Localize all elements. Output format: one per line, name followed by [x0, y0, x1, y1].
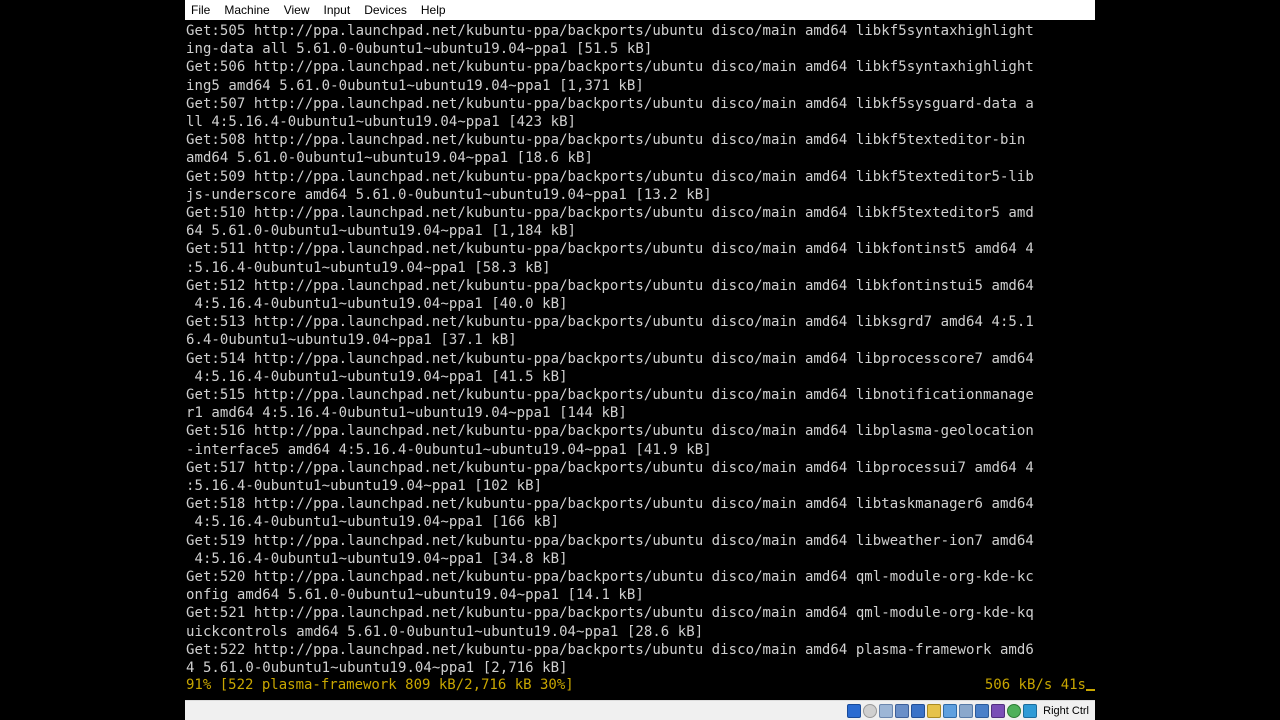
terminal-line: 4 5.61.0-0ubuntu1~ubuntu19.04~ppa1 [2,71…	[186, 660, 568, 676]
network-icon[interactable]	[895, 704, 910, 718]
terminal-line: Get:516 http://ppa.launchpad.net/kubuntu…	[186, 423, 1034, 440]
terminal-line: -interface5 amd64 4:5.16.4-0ubuntu1~ubun…	[186, 441, 712, 458]
virtualization-icon[interactable]	[991, 704, 1006, 718]
apt-progress-status: 91% [522 plasma-framework 809 kB/2,716 k…	[186, 677, 574, 693]
terminal-line: Get:518 http://ppa.launchpad.net/kubuntu…	[186, 496, 1034, 513]
terminal-line: js-underscore amd64 5.61.0-0ubuntu1~ubun…	[186, 186, 712, 203]
terminal-line: ll 4:5.16.4-0ubuntu1~ubuntu19.04~ppa1 [4…	[186, 114, 577, 130]
terminal-line: Get:515 http://ppa.launchpad.net/kubuntu…	[186, 387, 1034, 403]
host-key-label[interactable]: Right Ctrl	[1043, 702, 1089, 720]
menu-machine[interactable]: Machine	[217, 0, 276, 20]
terminal-line: amd64 5.61.0-0ubuntu1~ubuntu19.04~ppa1 […	[186, 150, 593, 167]
terminal-line: Get:506 http://ppa.launchpad.net/kubuntu…	[186, 59, 1034, 76]
menu-bar: File Machine View Input Devices Help	[185, 0, 1095, 20]
terminal-line: 4:5.16.4-0ubuntu1~ubuntu19.04~ppa1 [41.5…	[186, 368, 568, 385]
terminal-line: 4:5.16.4-0ubuntu1~ubuntu19.04~ppa1 [166 …	[186, 514, 560, 531]
menu-view[interactable]: View	[277, 0, 317, 20]
terminal-line: uickcontrols amd64 5.61.0-0ubuntu1~ubunt…	[186, 623, 704, 640]
terminal-console[interactable]: 4 5.61.0-0ubuntu1~ubuntu19.04~ppa1 [2,71…	[185, 20, 1095, 700]
terminal-line: Get:510 http://ppa.launchpad.net/kubuntu…	[186, 205, 1034, 221]
terminal-line: Get:519 http://ppa.launchpad.net/kubuntu…	[186, 532, 1034, 549]
terminal-line: Get:513 http://ppa.launchpad.net/kubuntu…	[186, 314, 1034, 331]
menu-devices[interactable]: Devices	[357, 0, 414, 20]
text-cursor	[1086, 689, 1095, 691]
download-rate-text: 506 kB/s 41s	[984, 677, 1086, 693]
terminal-line: 4:5.16.4-0ubuntu1~ubuntu19.04~ppa1 [40.0…	[186, 296, 568, 312]
terminal-line: Get:505 http://ppa.launchpad.net/kubuntu…	[186, 23, 1034, 39]
download-rate: 506 kB/s 41s	[985, 676, 1095, 694]
audio-icon[interactable]	[879, 704, 894, 718]
vm-status-bar: Right Ctrl	[185, 700, 1095, 720]
terminal-line: Get:508 http://ppa.launchpad.net/kubuntu…	[186, 132, 1026, 149]
shared-folders-icon[interactable]	[927, 704, 942, 718]
terminal-line: Get:509 http://ppa.launchpad.net/kubuntu…	[186, 168, 1034, 185]
video-capture-icon[interactable]	[959, 704, 974, 718]
mouse-integration-icon[interactable]	[1023, 704, 1038, 718]
terminal-line: ing5 amd64 5.61.0-0ubuntu1~ubuntu19.04~p…	[186, 77, 644, 94]
terminal-line: Get:514 http://ppa.launchpad.net/kubuntu…	[186, 350, 1034, 367]
device-tray: Right Ctrl	[847, 702, 1089, 720]
terminal-line: :5.16.4-0ubuntu1~ubuntu19.04~ppa1 [58.3 …	[186, 259, 551, 276]
optical-drive-icon[interactable]	[863, 704, 878, 718]
menu-help[interactable]: Help	[414, 0, 453, 20]
terminal-line: Get:520 http://ppa.launchpad.net/kubuntu…	[186, 569, 1034, 585]
terminal-line: Get:507 http://ppa.launchpad.net/kubuntu…	[186, 95, 1034, 112]
terminal-line: 4:5.16.4-0ubuntu1~ubuntu19.04~ppa1 [34.8…	[186, 550, 568, 567]
guest-additions-icon[interactable]	[1007, 704, 1022, 718]
terminal-line: Get:522 http://ppa.launchpad.net/kubuntu…	[186, 641, 1034, 658]
cpu-icon[interactable]	[975, 704, 990, 718]
terminal-line: ing-data all 5.61.0-0ubuntu1~ubuntu19.04…	[186, 41, 653, 58]
virtualbox-vm-window: File Machine View Input Devices Help 4 5…	[185, 0, 1095, 720]
terminal-line: 64 5.61.0-0ubuntu1~ubuntu19.04~ppa1 [1,1…	[186, 223, 577, 240]
terminal-line: Get:512 http://ppa.launchpad.net/kubuntu…	[186, 277, 1034, 294]
terminal-line: Get:521 http://ppa.launchpad.net/kubuntu…	[186, 605, 1034, 622]
usb-icon[interactable]	[911, 704, 926, 718]
display-icon[interactable]	[943, 704, 958, 718]
menu-file[interactable]: File	[185, 0, 217, 20]
terminal-line: Get:511 http://ppa.launchpad.net/kubuntu…	[186, 241, 1034, 258]
terminal-line: onfig amd64 5.61.0-0ubuntu1~ubuntu19.04~…	[186, 587, 644, 604]
terminal-line: :5.16.4-0ubuntu1~ubuntu19.04~ppa1 [102 k…	[186, 478, 543, 494]
terminal-line: r1 amd64 4:5.16.4-0ubuntu1~ubuntu19.04~p…	[186, 405, 627, 422]
menu-input[interactable]: Input	[317, 0, 358, 20]
terminal-line: 6.4-0ubuntu1~ubuntu19.04~ppa1 [37.1 kB]	[186, 332, 517, 349]
terminal-line: Get:517 http://ppa.launchpad.net/kubuntu…	[186, 459, 1034, 476]
hard-disk-icon[interactable]	[847, 704, 862, 718]
